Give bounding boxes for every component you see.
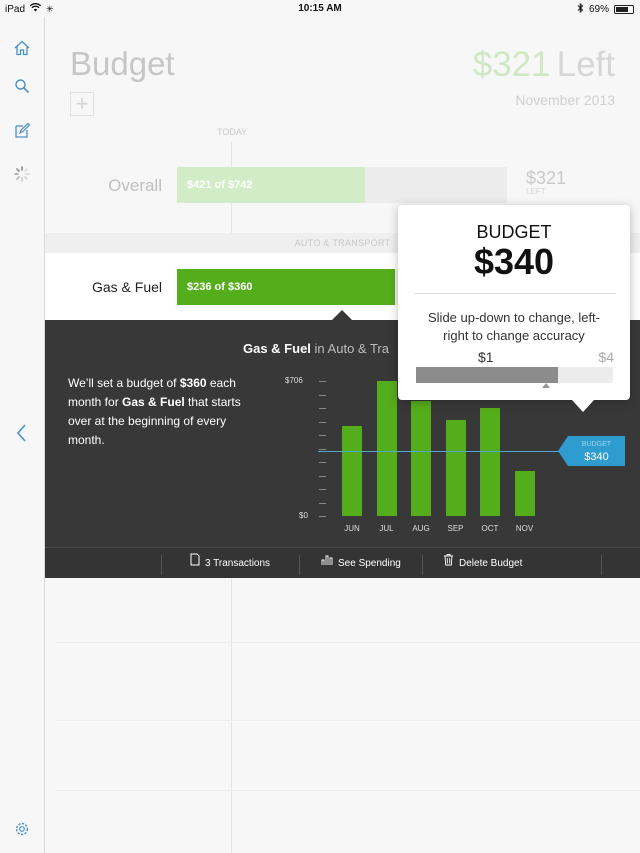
desc-category: Gas & Fuel (122, 395, 185, 409)
amount-left-word: Left (556, 45, 615, 84)
see-spending-label: See Spending (338, 558, 401, 569)
detail-title-parent: in Auto & Tra (314, 341, 389, 356)
empty-list-area (45, 578, 640, 853)
search-icon[interactable] (12, 77, 32, 97)
accuracy-slider-handle[interactable] (541, 383, 550, 388)
panel-footer: 3 Transactions See Spending Delete Budge… (45, 547, 640, 578)
y-axis-min-label: $0 (299, 511, 308, 520)
accuracy-low-label: $1 (478, 349, 494, 365)
chart-bar-jul (376, 381, 397, 516)
overall-remaining: $321 LEFT (526, 168, 566, 196)
delete-budget-button[interactable]: Delete Budget (443, 548, 522, 579)
empty-row-divider (55, 642, 640, 643)
bluetooth-icon (577, 2, 584, 16)
overall-progress-bar[interactable]: $421 of $742 (177, 167, 507, 203)
clock: 10:15 AM (298, 3, 342, 14)
transactions-button[interactable]: 3 Transactions (190, 548, 270, 579)
battery-percent: 69% (588, 4, 609, 15)
period-label[interactable]: November 2013 (515, 92, 615, 108)
document-icon (190, 548, 200, 579)
amount-left-value: $321 (472, 45, 551, 84)
chart-bar-nov (514, 471, 535, 516)
amount-left-summary: $321 Left (473, 45, 615, 85)
chart-bar-sep (445, 420, 466, 516)
gas-fuel-progress-fill: $236 of $360 (177, 269, 395, 305)
settings-gear-icon[interactable] (12, 821, 32, 841)
y-axis-tick (319, 462, 326, 463)
panel-pointer (332, 310, 352, 320)
x-axis-label: AUG (412, 524, 430, 533)
budget-adjust-popover[interactable]: BUDGET $340 Slide up-down to change, lef… (398, 205, 630, 412)
desc-amount: $360 (179, 376, 207, 390)
popover-hint: Slide up-down to change, left-right to c… (428, 310, 600, 343)
empty-row-divider (55, 790, 640, 791)
delete-budget-label: Delete Budget (459, 558, 523, 569)
compose-icon[interactable] (12, 122, 32, 142)
accuracy-high-label: $4 (598, 349, 614, 365)
today-marker-label: TODAY (217, 127, 248, 137)
y-axis-tick (319, 408, 326, 409)
y-axis-max-label: $706 (285, 376, 303, 385)
see-spending-button[interactable]: See Spending (321, 548, 401, 579)
popover-divider (414, 293, 616, 294)
x-axis-label: SEP (447, 524, 464, 533)
page-title: Budget (70, 45, 175, 82)
empty-row-divider (55, 720, 640, 721)
y-axis-tick (319, 489, 326, 490)
overall-remaining-value: $321 (526, 168, 567, 188)
home-icon[interactable] (12, 39, 32, 59)
side-rail (0, 17, 45, 853)
y-axis-tick (319, 475, 326, 477)
x-axis-label: JUL (379, 524, 394, 533)
footer-divider (422, 555, 423, 575)
budget-tag-caption: BUDGET (581, 440, 612, 448)
footer-divider (601, 555, 602, 575)
y-axis-tick (319, 502, 326, 504)
y-axis-tick (319, 381, 326, 382)
add-budget-button[interactable]: + (70, 92, 94, 116)
trash-icon (443, 548, 454, 579)
y-axis-tick (319, 421, 326, 423)
back-chevron-icon[interactable] (12, 423, 32, 443)
chart-bar-oct (480, 407, 500, 516)
chart-bar-jun (342, 426, 362, 516)
accuracy-slider-fill (416, 367, 558, 383)
popover-pointer (572, 400, 594, 412)
budget-tag-value: $340 (584, 450, 609, 463)
battery-icon (614, 5, 634, 14)
budget-tag[interactable]: BUDGET $340 (558, 435, 625, 466)
desc-part-1: We’ll set a budget of (68, 376, 180, 390)
x-axis-label: NOV (515, 524, 534, 533)
y-axis-tick (319, 448, 326, 450)
overall-remaining-caption: LEFT (526, 187, 546, 196)
detail-title: Gas & Fuel in Auto & Tra (243, 341, 389, 356)
budget-description: We’ll set a budget of $360 each month fo… (68, 374, 248, 450)
chart-bar-aug (411, 401, 431, 516)
accuracy-slider[interactable] (416, 367, 613, 383)
y-axis-tick (319, 516, 326, 517)
footer-divider (299, 555, 300, 575)
y-axis-tick (319, 394, 326, 396)
status-bar: iPad ✳ 10:15 AM 69% (0, 0, 640, 17)
popover-title: BUDGET (476, 222, 552, 242)
loading-spinner-icon (12, 165, 32, 185)
bar-chart-icon (321, 548, 333, 579)
x-axis-label: OCT (481, 524, 499, 533)
footer-divider (161, 555, 162, 575)
budget-line (318, 450, 568, 452)
popover-budget-value: $340 (473, 241, 555, 282)
x-axis-label: JUN (344, 524, 360, 533)
y-axis-tick (319, 435, 326, 436)
transactions-label: 3 Transactions (205, 558, 271, 569)
overall-progress-fill: $421 of $742 (177, 167, 366, 203)
gas-fuel-label: Gas & Fuel (91, 279, 162, 295)
overall-label: Overall (108, 176, 162, 195)
detail-title-category: Gas & Fuel (243, 341, 311, 356)
